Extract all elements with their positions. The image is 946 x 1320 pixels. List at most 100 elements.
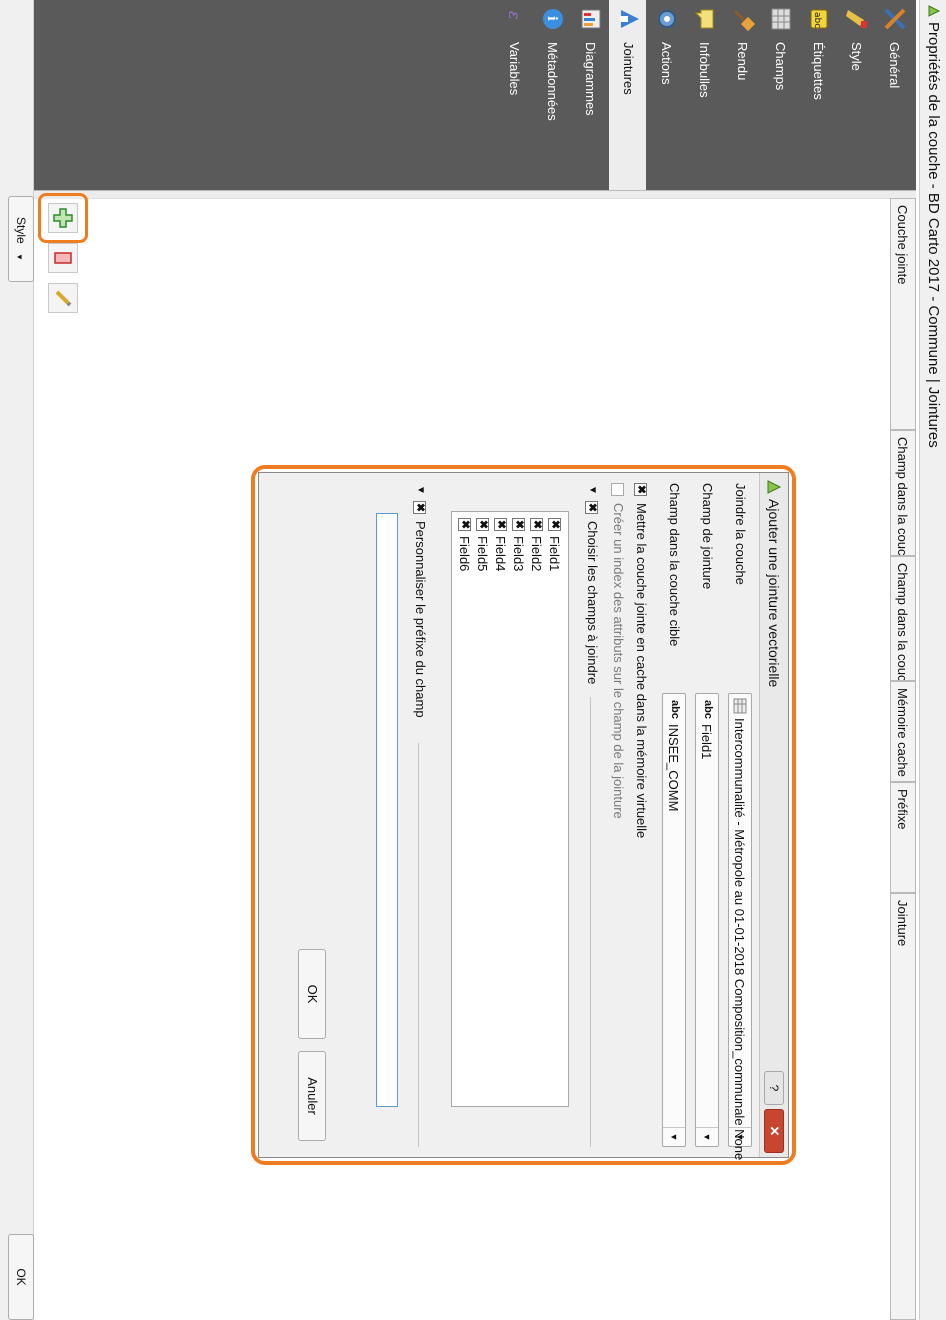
- column-header-prefix[interactable]: Préfixe: [890, 782, 916, 893]
- join-layer-combo[interactable]: Intercommunalité - Métropole au 01-01-20…: [728, 693, 752, 1160]
- join-field-label: Champ de jointure: [700, 483, 715, 590]
- group-separator: [590, 697, 591, 1147]
- help-icon: ?: [767, 1084, 781, 1092]
- index-checkbox[interactable]: [611, 483, 624, 496]
- prefix-input[interactable]: [376, 513, 398, 1107]
- actions-icon: [658, 10, 676, 28]
- field-name: Field5: [475, 536, 490, 572]
- table-layer-icon: [733, 698, 747, 714]
- fields-icon: [771, 8, 791, 30]
- sidebar-item-labels[interactable]: abc Étiquettes: [799, 0, 836, 190]
- sidebar-item-diagrams[interactable]: Diagrammes: [571, 0, 608, 190]
- column-header-join[interactable]: Jointure: [890, 893, 916, 1320]
- general-icon: [884, 8, 906, 30]
- sidebar: Général Style abc Étiquettes Champs Rend…: [8, 0, 916, 190]
- dropdown-arrow-icon: ▼: [15, 253, 24, 261]
- minus-icon: [54, 252, 72, 264]
- dialog-title-bar: Ajouter une jointure vectorielle ? ✕: [759, 473, 788, 1157]
- join-field-combo[interactable]: abc Field1 ▼: [695, 693, 719, 1147]
- custom-prefix-checkbox[interactable]: ✖: [413, 501, 426, 514]
- choose-fields-label: Choisir les champs à joindre: [585, 521, 600, 685]
- sidebar-item-rendering[interactable]: Rendu: [723, 0, 760, 190]
- fields-list: ✖ Field1 ✖ Field2 ✖ Field3 ✖ Field4 ✖ Field5 …: [451, 511, 569, 1107]
- group-separator: [418, 743, 419, 1147]
- sidebar-item-label: Style: [849, 42, 864, 71]
- string-type-icon: abc: [702, 700, 714, 719]
- target-field-value: INSEE_COMM: [666, 724, 681, 812]
- svg-text:i: i: [544, 16, 559, 21]
- column-header-target-field[interactable]: Champ dans la couc: [890, 556, 916, 681]
- window-title-bar: Propriétés de la couche - BD Carto 2017 …: [919, 0, 946, 1320]
- sidebar-item-label: Rendu: [735, 42, 750, 81]
- dialog-ok-button[interactable]: OK: [298, 949, 326, 1039]
- index-label: Créer un index des attributs sur le cham…: [611, 503, 626, 819]
- sidebar-item-label: Métadonnées: [545, 42, 560, 121]
- choose-fields-checkbox[interactable]: ✖: [585, 501, 598, 514]
- cache-checkbox[interactable]: ✖: [634, 483, 647, 496]
- dropdown-arrow-icon: ▼: [729, 1127, 751, 1146]
- sidebar-item-actions[interactable]: Actions: [647, 0, 684, 190]
- target-field-label: Champ dans la couche cible: [667, 483, 682, 647]
- sidebar-item-style[interactable]: Style: [837, 0, 874, 190]
- target-field-combo[interactable]: abc INSEE_COMM ▼: [662, 693, 686, 1147]
- variables-icon: ε: [505, 11, 524, 20]
- join-field-value: Field1: [699, 724, 714, 760]
- sidebar-item-label: Diagrammes: [583, 42, 598, 116]
- svg-text:ε: ε: [505, 11, 524, 20]
- joins-icon: [620, 10, 639, 28]
- field-name: Field4: [493, 536, 508, 572]
- help-button[interactable]: ?: [764, 1071, 784, 1105]
- custom-prefix-label: Personnaliser le préfixe du champ: [413, 521, 428, 718]
- sidebar-item-tooltips[interactable]: Infobulles: [685, 0, 722, 190]
- pencil-icon: [55, 290, 72, 307]
- sidebar-item-fields[interactable]: Champs: [761, 0, 798, 190]
- sidebar-item-label: Étiquettes: [811, 42, 826, 100]
- join-layer-value: Intercommunalité - Métropole au 01-01-20…: [732, 718, 747, 1161]
- sidebar-item-general[interactable]: Général: [875, 0, 912, 190]
- close-button[interactable]: ✕: [764, 1109, 784, 1153]
- sidebar-item-label: Infobulles: [697, 42, 712, 98]
- sidebar-item-label: Général: [887, 42, 902, 89]
- sidebar-item-variables[interactable]: ε Variables: [495, 0, 532, 190]
- style-button-label: Style: [14, 217, 28, 244]
- dialog-title: Ajouter une jointure vectorielle: [766, 499, 782, 688]
- string-type-icon: abc: [669, 700, 681, 719]
- style-menu-button[interactable]: Style ▼: [8, 196, 34, 282]
- field-name: Field2: [529, 536, 544, 572]
- plus-icon: [53, 208, 73, 228]
- ok-button[interactable]: OK: [8, 1234, 34, 1320]
- cache-label: Mettre la couche jointe en cache dans la…: [634, 503, 649, 839]
- sidebar-item-metadata[interactable]: i Métadonnées: [533, 0, 570, 190]
- edit-join-button[interactable]: [48, 283, 78, 313]
- remove-join-button[interactable]: [48, 243, 78, 273]
- column-header-cache[interactable]: Mémoire cache: [890, 681, 916, 782]
- dialog-cancel-button[interactable]: Anuler: [298, 1051, 326, 1141]
- field-name: Field6: [457, 536, 472, 572]
- add-vector-join-dialog: Ajouter une jointure vectorielle ? ✕ Joi…: [258, 472, 789, 1160]
- column-header-join-field[interactable]: Champ dans la couc: [890, 430, 916, 556]
- add-join-button[interactable]: [48, 203, 78, 233]
- column-header-joined-layer[interactable]: Couche jointe: [890, 198, 916, 430]
- sidebar-item-label: Actions: [659, 42, 674, 85]
- qgis-icon: [767, 480, 782, 494]
- sidebar-item-joins[interactable]: Jointures: [609, 0, 646, 190]
- labels-icon: abc: [810, 9, 828, 29]
- properties-window: Propriétés de la couche - BD Carto 2017 …: [0, 0, 946, 1320]
- dropdown-arrow-icon: ▼: [663, 1127, 685, 1146]
- window-title: Propriétés de la couche - BD Carto 2017 …: [925, 22, 942, 448]
- sidebar-item-label: Variables: [507, 42, 522, 96]
- sidebar-item-label: Jointures: [621, 42, 636, 95]
- join-layer-label: Joindre la couche: [733, 483, 748, 585]
- close-icon: ✕: [767, 1125, 782, 1137]
- dropdown-arrow-icon: ▼: [696, 1127, 718, 1146]
- collapse-arrow-icon[interactable]: ▼: [587, 485, 598, 495]
- qgis-icon: [928, 5, 941, 17]
- tooltip-icon: [694, 9, 714, 29]
- field-name: Field3: [511, 536, 526, 572]
- field-name: Field1: [547, 536, 562, 572]
- sidebar-item-label: Champs: [773, 42, 788, 91]
- style-icon: [846, 10, 867, 28]
- collapse-arrow-icon[interactable]: ▼: [415, 485, 426, 495]
- diagrams-icon: [581, 9, 601, 29]
- metadata-icon: i: [543, 9, 563, 29]
